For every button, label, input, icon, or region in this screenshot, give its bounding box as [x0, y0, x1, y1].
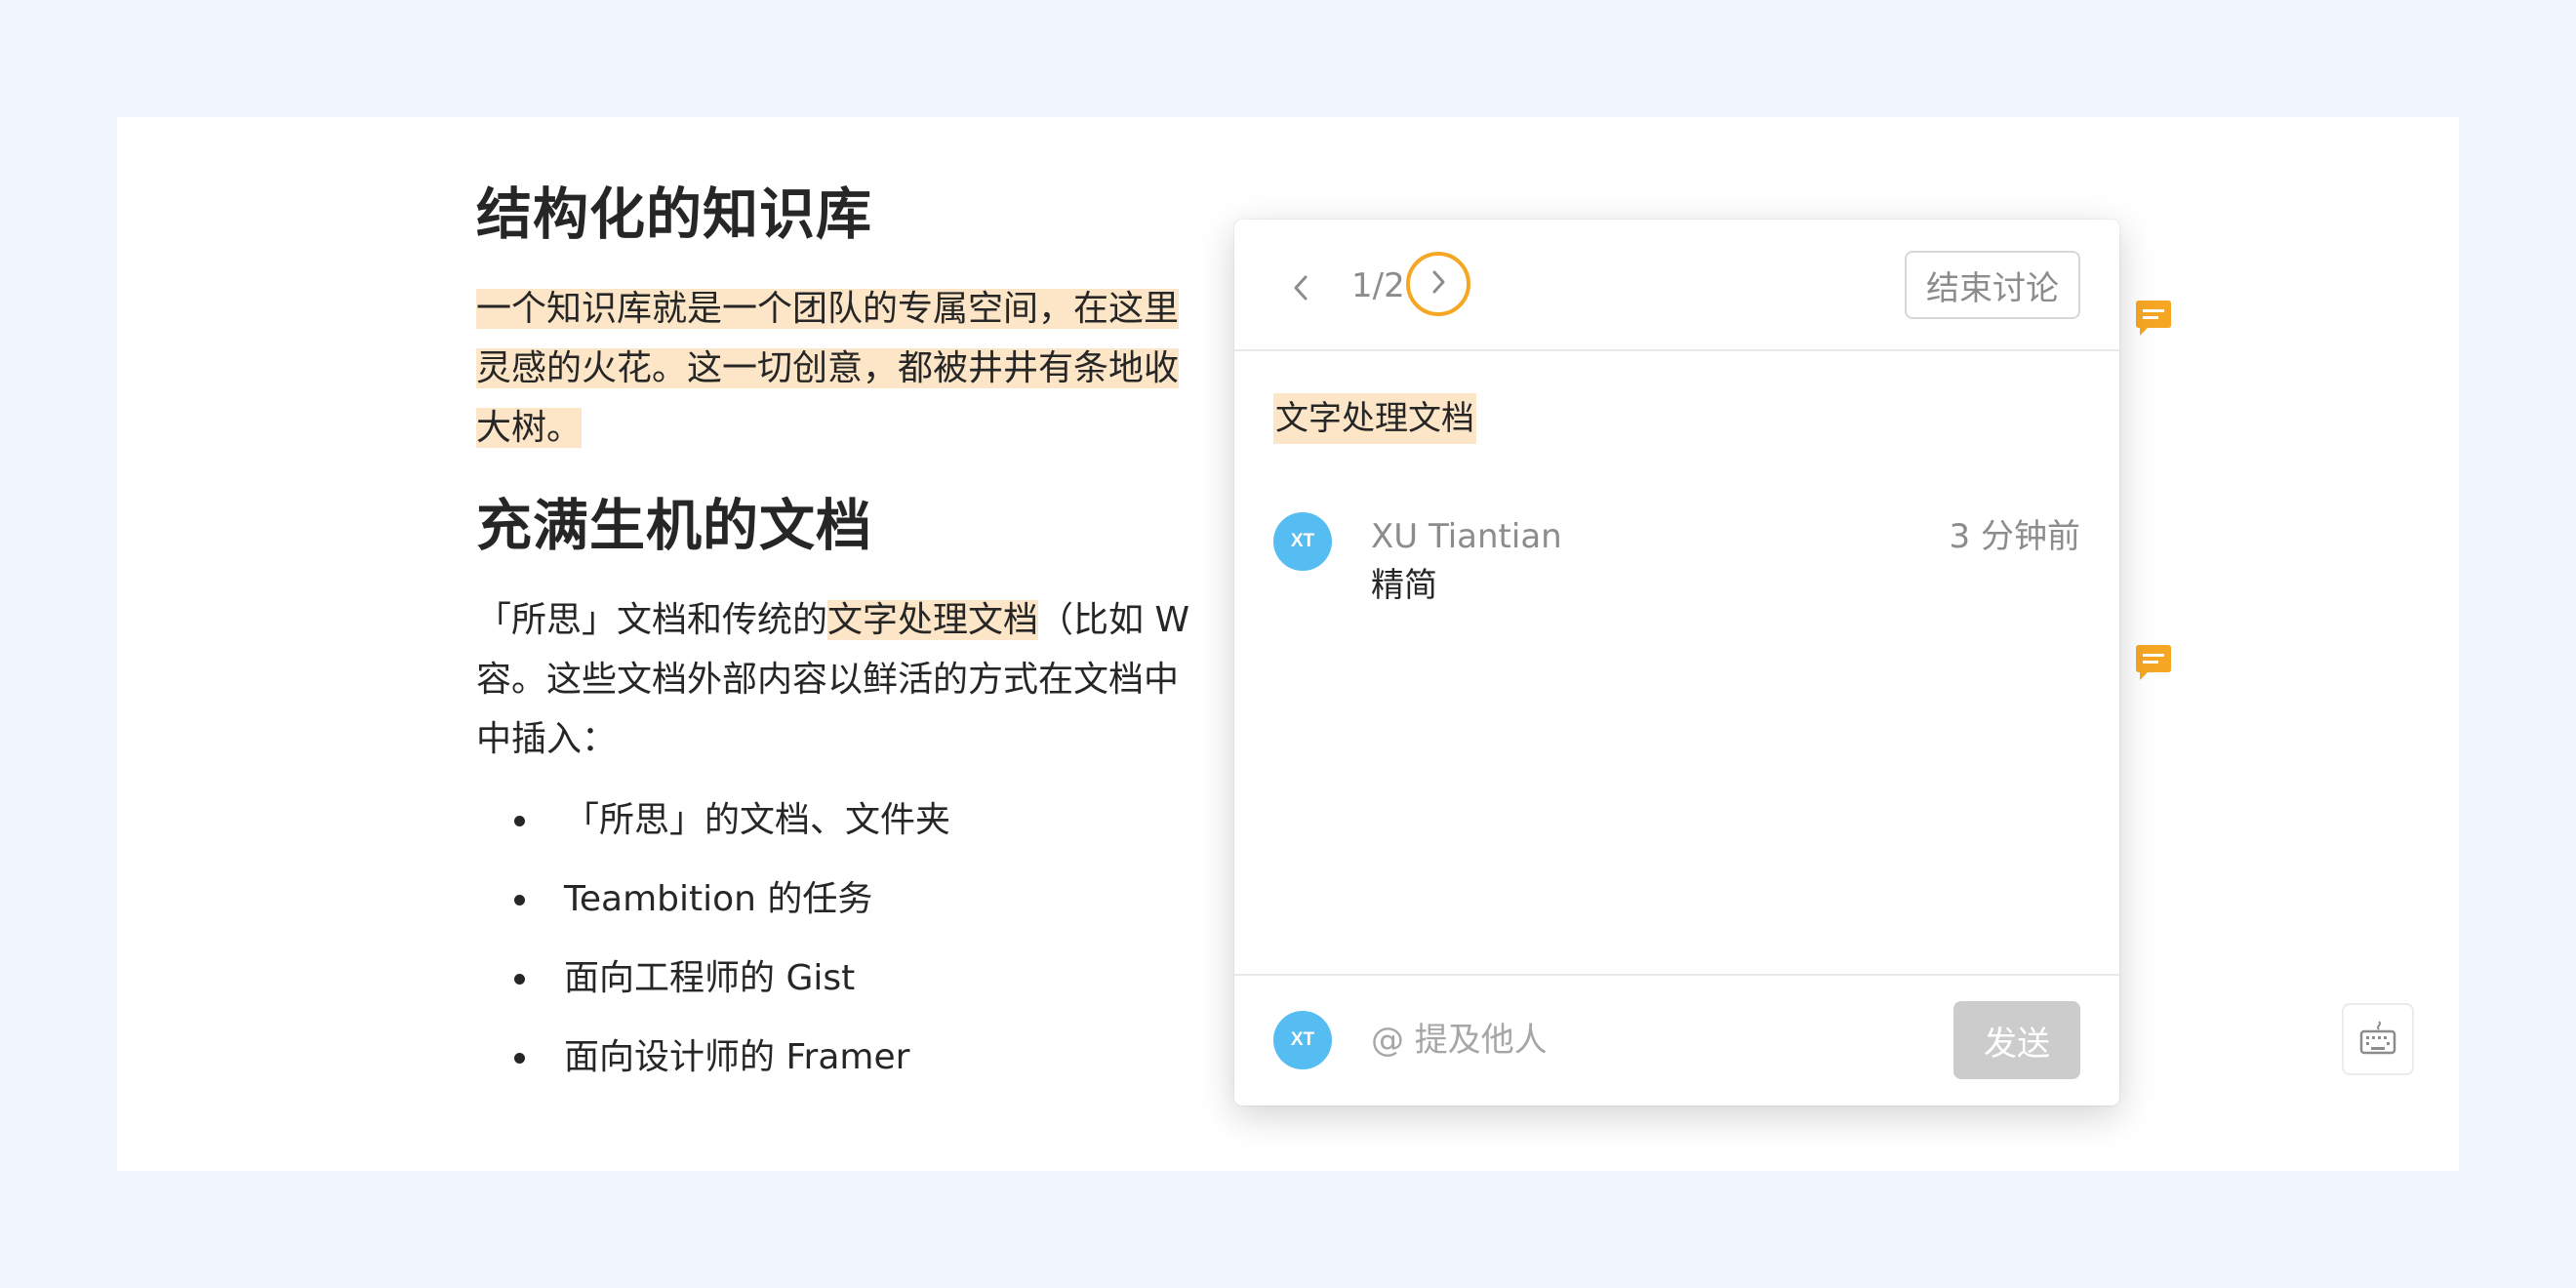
comment-author: XU Tiantian [1371, 517, 1562, 556]
send-button[interactable]: 发送 [1953, 1001, 2080, 1079]
keyboard-shortcuts-button[interactable] [2342, 1003, 2414, 1075]
comment-body: 精简 [1371, 566, 1437, 605]
avatar: XT [1273, 1011, 1332, 1069]
popover-footer: XT 发送 [1234, 974, 2119, 1106]
paragraph-text: 容。这些文档外部内容以鲜活的方式在文档中 [476, 660, 1180, 700]
comment-icon[interactable] [2132, 298, 2175, 341]
paragraph-text: 中插入： [476, 719, 618, 759]
end-discussion-button[interactable]: 结束讨论 [1905, 251, 2080, 319]
keyboard-icon [2358, 1018, 2397, 1061]
paragraph-text: 「所思」文档和传统的 [476, 600, 828, 640]
popover-header: 1/2 结束讨论 [1234, 220, 2119, 351]
avatar: XT [1273, 512, 1332, 571]
comment-input[interactable] [1371, 1003, 1917, 1077]
comment-timestamp: 3 分钟前 [1949, 517, 2080, 556]
comment-popover: 1/2 结束讨论 文字处理文档 XT XU Tiantian 3 分钟前 精简 … [1234, 220, 2119, 1106]
comment-icon[interactable] [2132, 642, 2175, 685]
highlighted-text[interactable]: 灵感的火花。这一切创意，都被井井有条地收 [476, 348, 1180, 388]
next-comment-button[interactable] [1406, 252, 1470, 316]
highlighted-text[interactable]: 一个知识库就是一个团队的专属空间，在这里 [476, 289, 1180, 329]
chevron-right-icon [1429, 267, 1448, 301]
chevron-left-icon [1291, 273, 1310, 306]
previous-comment-button[interactable] [1283, 270, 1318, 309]
paragraph-text: （比如 W [1038, 600, 1190, 640]
quoted-text: 文字处理文档 [1273, 393, 1476, 444]
highlighted-text[interactable]: 文字处理文档 [827, 600, 1039, 640]
highlighted-text[interactable]: 大树。 [476, 408, 583, 448]
page-indicator: 1/2 [1351, 266, 1405, 305]
